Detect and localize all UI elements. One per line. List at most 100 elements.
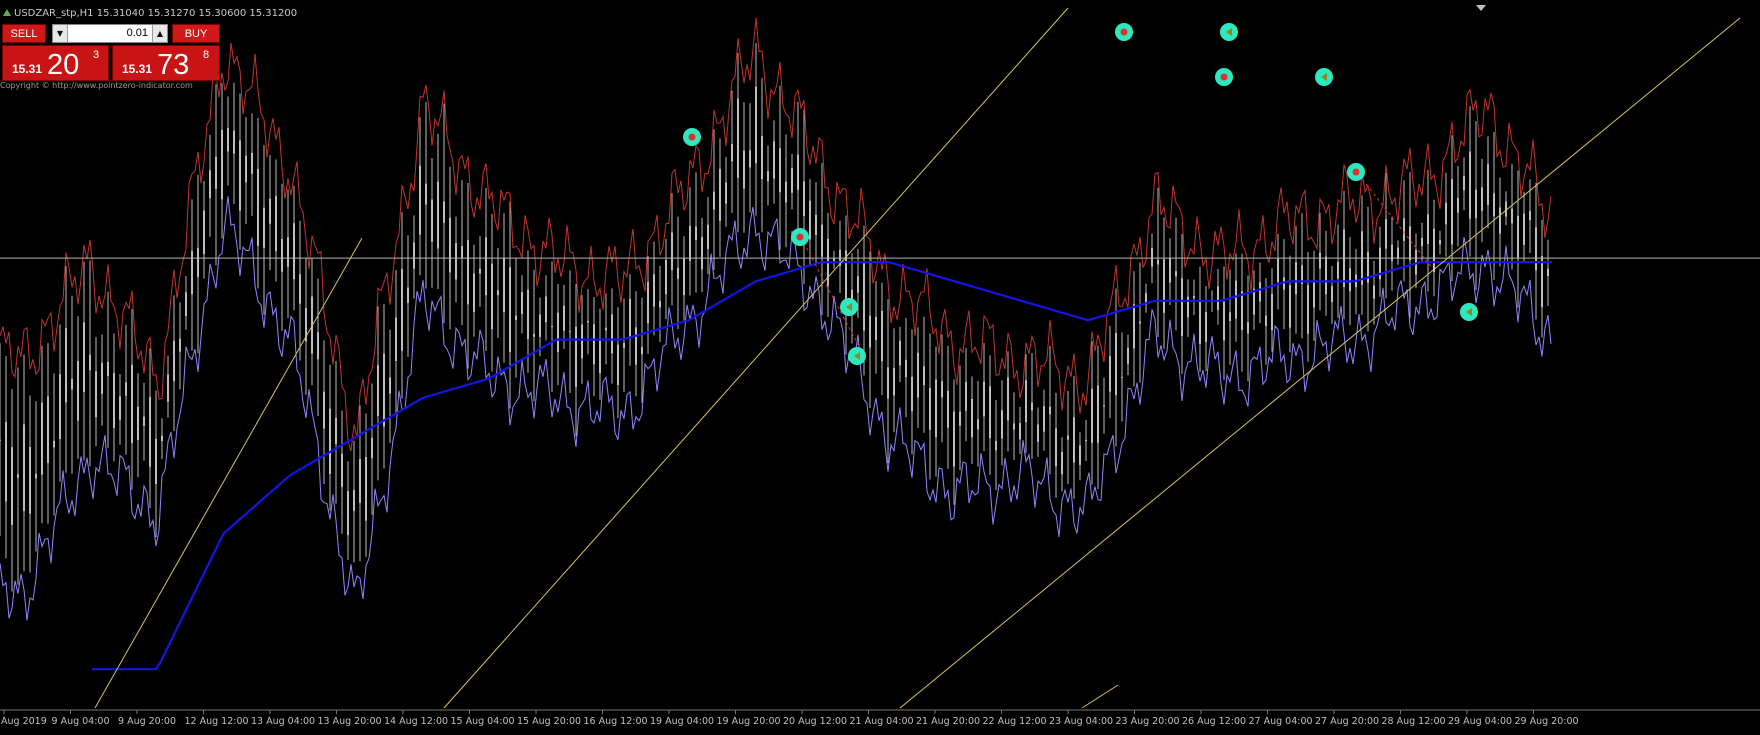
buy-signal-marker <box>1115 23 1133 41</box>
candle-body <box>1031 402 1033 411</box>
x-tick-label: 13 Aug 04:00 <box>251 716 315 727</box>
candle-body <box>617 344 619 385</box>
lower-band-line <box>0 196 1552 621</box>
candle-body <box>647 282 649 324</box>
lot-decrease-icon[interactable]: ▼ <box>53 25 68 42</box>
candle-body <box>35 473 37 479</box>
candle-body <box>743 150 745 189</box>
candle-body <box>1133 304 1135 349</box>
symbol-ohlc-text: USDZAR_stp,H1 15.31040 15.31270 15.30600… <box>14 8 298 19</box>
candle-body <box>1097 385 1099 443</box>
candle-body <box>329 408 331 474</box>
lot-size-value[interactable]: 0.01 <box>69 25 151 42</box>
candle-body <box>929 387 931 430</box>
bid-price-prefix: 15.31 <box>12 62 43 76</box>
candle-body <box>893 368 895 396</box>
candle-body <box>1127 347 1129 364</box>
candle-body <box>755 86 757 164</box>
candle-body <box>227 128 229 152</box>
candle-body <box>635 327 637 365</box>
candle-body <box>53 440 55 448</box>
candle-body <box>101 362 103 394</box>
lot-size-field[interactable]: ▼ 0.01 ▲ <box>52 24 168 43</box>
candle-body <box>1481 187 1483 211</box>
candle-body <box>749 150 751 168</box>
x-tick-label: 12 Aug 12:00 <box>185 716 249 727</box>
candle-body <box>149 397 151 467</box>
candle-body <box>1103 405 1105 407</box>
candle-body <box>761 135 763 180</box>
candle-body <box>371 437 373 459</box>
candle-body <box>791 168 793 193</box>
candle-body <box>1451 179 1453 245</box>
candle-body <box>1337 261 1339 279</box>
candle-body <box>443 201 445 223</box>
candle-body <box>1523 213 1525 245</box>
candle-body <box>1079 445 1081 465</box>
candle-body <box>65 328 67 403</box>
expand-triangle-icon[interactable] <box>3 9 11 16</box>
candle-body <box>1181 278 1183 337</box>
chart-area[interactable]: Aug 2019 9 Aug 04:00 9 Aug 20:00 12 Aug 12:… <box>0 0 1760 731</box>
candle-body <box>167 374 169 402</box>
candle-body <box>1463 175 1465 191</box>
ask-price-box[interactable]: 15.31 73 8 <box>112 45 220 81</box>
candle-body <box>185 292 187 317</box>
candle-body <box>863 263 865 331</box>
x-tick-label: 21 Aug 04:00 <box>850 716 914 727</box>
candle-body <box>797 154 799 190</box>
candle-body <box>1109 356 1111 392</box>
candle-body <box>413 242 415 269</box>
candle-body <box>1331 286 1333 302</box>
candle-body <box>977 419 979 430</box>
candle-body <box>1385 219 1387 249</box>
candle-body <box>491 263 493 330</box>
candle-body <box>569 331 571 333</box>
candle-body <box>545 296 547 323</box>
candle-body <box>1199 299 1201 344</box>
buy-signal-marker <box>683 128 701 146</box>
candle-body <box>269 198 271 224</box>
candle-body <box>527 289 529 340</box>
candle-body <box>335 417 337 444</box>
candle-body <box>713 191 715 210</box>
candle-body <box>1409 226 1411 261</box>
candle-body <box>983 381 985 417</box>
candle-body <box>683 258 685 296</box>
candle-body <box>467 240 469 305</box>
candle-body <box>83 322 85 392</box>
trendline <box>94 237 363 709</box>
x-tick-label: 22 Aug 12:00 <box>983 716 1047 727</box>
candle-body <box>923 366 925 386</box>
candle-body <box>461 246 463 258</box>
candle-body <box>1427 214 1429 244</box>
candle-body <box>29 447 31 514</box>
buy-button[interactable]: BUY <box>172 24 220 43</box>
candle-body <box>995 440 997 451</box>
candle-body <box>1205 312 1207 342</box>
candle-body <box>0 439 1 441</box>
candle-body <box>419 165 421 235</box>
candle-body <box>503 257 505 313</box>
candle-body <box>437 181 439 249</box>
candle-body <box>431 199 433 242</box>
candle-body <box>119 396 121 420</box>
candle-body <box>323 391 325 429</box>
x-tick-label: 29 Aug 20:00 <box>1515 716 1579 727</box>
sell-button[interactable]: SELL <box>2 24 46 43</box>
indicator-lines-layer <box>0 17 1760 671</box>
copyright-text: Copyright © http://www.pointzero-indicat… <box>0 81 193 90</box>
candle-body <box>641 347 643 355</box>
candle-body <box>905 359 907 378</box>
bid-price-box[interactable]: 15.31 20 3 <box>2 45 109 81</box>
candle-body <box>1547 268 1549 277</box>
lot-increase-icon[interactable]: ▲ <box>152 25 167 42</box>
candle-body <box>539 314 541 337</box>
x-tick-label: 19 Aug 20:00 <box>717 716 781 727</box>
chart-shift-marker-icon[interactable] <box>1476 5 1486 11</box>
candle-body <box>575 326 577 387</box>
candle-body <box>143 416 145 426</box>
candle-body <box>1421 237 1423 247</box>
candle-body <box>689 225 691 261</box>
candle-body <box>293 223 295 280</box>
